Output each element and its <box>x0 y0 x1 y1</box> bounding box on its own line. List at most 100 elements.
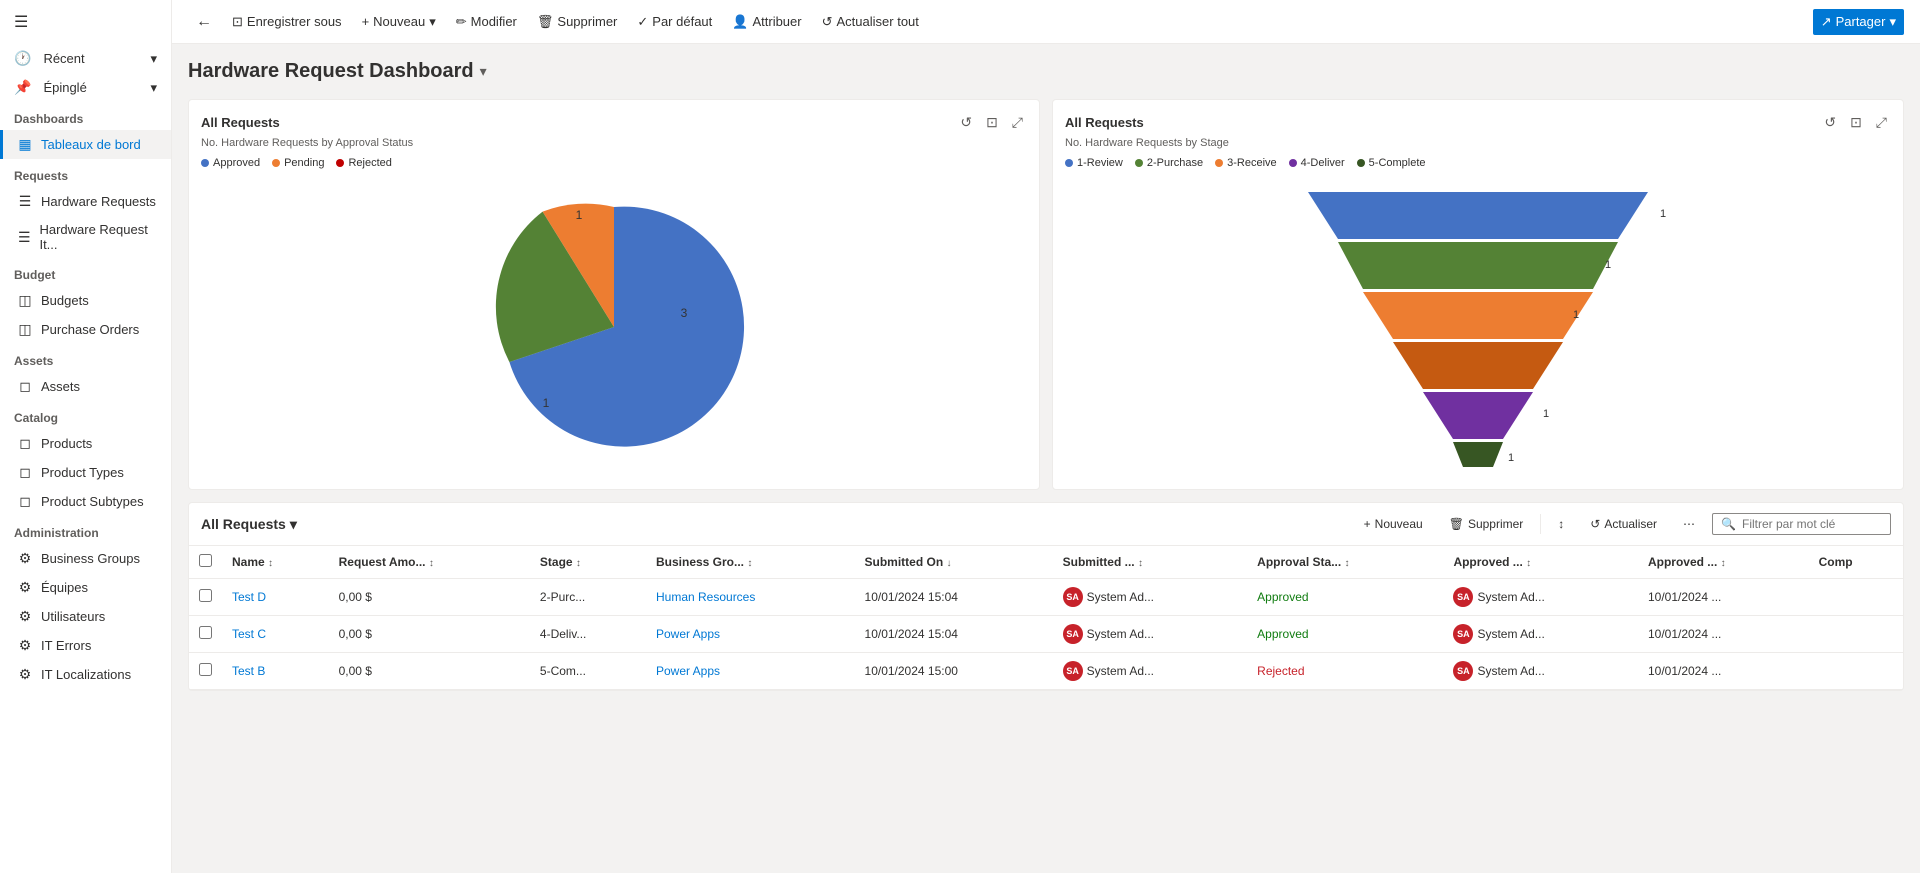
table-title-chevron: ▾ <box>290 516 297 533</box>
table-col-stage[interactable]: Stage ↕ <box>530 546 646 579</box>
chart-refresh-btn-2[interactable]: ↺ <box>1820 112 1840 133</box>
chart-save-btn-2[interactable]: ⊡ <box>1846 112 1866 133</box>
row-1-approved-avatar: SA <box>1453 624 1473 644</box>
pie-label-approved: 3 <box>681 306 688 320</box>
sidebar-item-business-groups[interactable]: ⚙ Business Groups <box>0 544 171 573</box>
sidebar-item-hardware-request-it[interactable]: ☰ Hardware Request It... <box>0 216 171 258</box>
table-section: All Requests ▾ + Nouveau 🗑 Supprimer ↕ <box>188 502 1904 691</box>
table-toolbar-left: All Requests ▾ <box>201 516 297 533</box>
sidebar-item-products[interactable]: ◻ Products <box>0 429 171 458</box>
sidebar-item-utilisateurs[interactable]: ⚙ Utilisateurs <box>0 602 171 631</box>
chart-legend-1: Approved Pending Rejected <box>201 157 1027 169</box>
save-as-button[interactable]: ⊡ Enregistrer sous <box>224 9 350 35</box>
row-0-name[interactable]: Test D <box>222 579 329 616</box>
table-header-checkbox[interactable] <box>189 546 222 579</box>
share-button[interactable]: ↗ Partager ▾ <box>1813 9 1904 35</box>
row-0-checkbox[interactable] <box>199 589 212 602</box>
select-all-checkbox[interactable] <box>199 554 212 567</box>
table-delete-button[interactable]: 🗑 Supprimer <box>1440 511 1533 537</box>
sidebar-item-product-types[interactable]: ◻ Product Types <box>0 458 171 487</box>
sort-icon-amount: ↕ <box>429 558 434 569</box>
sidebar-item-hardware-requests[interactable]: ☰ Hardware Requests <box>0 187 171 216</box>
sidebar-item-product-subtypes[interactable]: ◻ Product Subtypes <box>0 487 171 516</box>
main-area: ← ⊡ Enregistrer sous + Nouveau ▾ ✏ Modif… <box>172 0 1920 873</box>
table-sort-button[interactable]: ↕ <box>1549 511 1573 537</box>
row-checkbox-1[interactable] <box>189 616 222 653</box>
legend-dot-4deliver <box>1289 159 1297 167</box>
chart-refresh-btn-1[interactable]: ↺ <box>956 112 976 133</box>
table-refresh-button[interactable]: ↺ Actualiser <box>1581 511 1666 537</box>
dashboard-icon: ▦ <box>17 136 33 153</box>
sidebar-item-purchase-orders[interactable]: ◫ Purchase Orders <box>0 315 171 344</box>
hamburger-menu[interactable]: ☰ <box>0 0 171 44</box>
table-col-submitted-by[interactable]: Submitted ... ↕ <box>1053 546 1248 579</box>
table-col-submitted-on[interactable]: Submitted On ↓ <box>855 546 1053 579</box>
row-0-amount: 0,00 $ <box>329 579 530 616</box>
row-2-checkbox[interactable] <box>199 663 212 676</box>
sidebar-item-assets[interactable]: ◻ Assets <box>0 372 171 401</box>
assign-button[interactable]: 👤 Attribuer <box>724 9 809 35</box>
table-col-approved-by[interactable]: Approved ... ↕ <box>1443 546 1638 579</box>
row-checkbox-2[interactable] <box>189 653 222 690</box>
delete-icon: 🗑 <box>537 14 554 30</box>
edit-icon: ✏ <box>456 14 467 30</box>
row-2-amount: 0,00 $ <box>329 653 530 690</box>
row-2-name[interactable]: Test B <box>222 653 329 690</box>
sidebar-item-equipes[interactable]: ⚙ Équipes <box>0 573 171 602</box>
table-col-business-group[interactable]: Business Gro... ↕ <box>646 546 855 579</box>
sidebar-item-it-localizations[interactable]: ⚙ IT Localizations <box>0 660 171 689</box>
sidebar-pinned[interactable]: 📌 Épinglé ▾ <box>0 73 171 102</box>
funnel-layer-6 <box>1453 442 1503 467</box>
new-chevron-icon: ▾ <box>429 14 436 30</box>
table-col-comp[interactable]: Comp <box>1809 546 1903 579</box>
row-1-submitted-by: SA System Ad... <box>1053 616 1248 653</box>
budgets-icon: ◫ <box>17 292 33 309</box>
row-0-user-name: System Ad... <box>1087 590 1154 604</box>
chart-save-btn-1[interactable]: ⊡ <box>982 112 1002 133</box>
row-0-business-group[interactable]: Human Resources <box>646 579 855 616</box>
new-button[interactable]: + Nouveau ▾ <box>354 9 444 35</box>
products-icon: ◻ <box>17 435 33 452</box>
row-checkbox-0[interactable] <box>189 579 222 616</box>
table-col-request-amount[interactable]: Request Amo... ↕ <box>329 546 530 579</box>
refresh-all-button[interactable]: ↺ Actualiser tout <box>814 9 927 35</box>
table-new-button[interactable]: + Nouveau <box>1355 511 1432 537</box>
edit-button[interactable]: ✏ Modifier <box>448 9 525 35</box>
table-title-button[interactable]: All Requests ▾ <box>201 516 297 533</box>
search-input[interactable] <box>1742 517 1882 531</box>
row-0-stage: 2-Purc... <box>530 579 646 616</box>
table-col-approved-date[interactable]: Approved ... ↕ <box>1638 546 1809 579</box>
table-more-button[interactable]: ⋯ <box>1674 511 1704 537</box>
sidebar-recent[interactable]: 🕐 Récent ▾ <box>0 44 171 73</box>
chart-expand-btn-2[interactable]: ⤢ <box>1872 112 1891 133</box>
row-2-approved-date: 10/01/2024 ... <box>1638 653 1809 690</box>
back-button[interactable]: ← <box>188 8 220 36</box>
page-title-chevron[interactable]: ▾ <box>480 63 487 80</box>
table-col-approval-status[interactable]: Approval Sta... ↕ <box>1247 546 1443 579</box>
table-row: Test B 0,00 $ 5-Com... Power Apps 10/01/… <box>189 653 1903 690</box>
row-2-business-group[interactable]: Power Apps <box>646 653 855 690</box>
table-title-text: All Requests <box>201 516 286 532</box>
row-1-business-group[interactable]: Power Apps <box>646 616 855 653</box>
row-2-submitted-on: 10/01/2024 15:00 <box>855 653 1053 690</box>
sidebar-item-it-errors[interactable]: ⚙ IT Errors <box>0 631 171 660</box>
row-0-submitted-by: SA System Ad... <box>1053 579 1248 616</box>
row-1-name[interactable]: Test C <box>222 616 329 653</box>
sidebar-item-budgets[interactable]: ◫ Budgets <box>0 286 171 315</box>
table-refresh-icon: ↺ <box>1590 517 1600 531</box>
group-label-assets: Assets <box>0 344 171 372</box>
row-1-checkbox[interactable] <box>199 626 212 639</box>
sort-icon-bg: ↕ <box>747 558 752 569</box>
share-chevron-icon: ▾ <box>1889 14 1896 30</box>
default-button[interactable]: ✓ Par défaut <box>629 9 720 35</box>
pie-chart-container: 3 1 1 <box>201 177 1027 477</box>
delete-button[interactable]: 🗑 Supprimer <box>529 9 625 35</box>
pie-chart-svg: 3 1 1 <box>474 187 754 467</box>
chart-expand-btn-1[interactable]: ⤢ <box>1008 112 1027 133</box>
product-types-icon: ◻ <box>17 464 33 481</box>
data-table: Name ↕ Request Amo... ↕ Stage ↕ Business… <box>189 546 1903 690</box>
table-col-name[interactable]: Name ↕ <box>222 546 329 579</box>
sidebar-item-tableaux[interactable]: ▦ Tableaux de bord <box>0 130 171 159</box>
chart-card-approval-status: All Requests ↺ ⊡ ⤢ No. Hardware Requests… <box>188 99 1040 490</box>
row-0-approved-by: SA System Ad... <box>1443 579 1638 616</box>
